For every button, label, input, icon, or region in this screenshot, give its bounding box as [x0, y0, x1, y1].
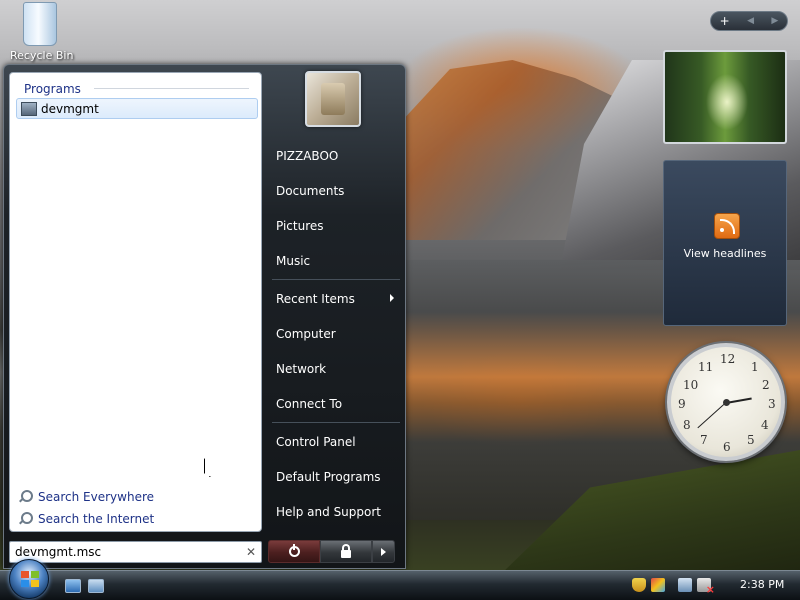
submenu-arrow-icon [390, 294, 394, 302]
start-item-network[interactable]: Network [276, 362, 400, 376]
taskbar: 2:38 PM [0, 559, 800, 600]
switch-windows-icon[interactable] [88, 579, 104, 593]
slideshow-gadget[interactable] [663, 50, 787, 144]
clock-number: 8 [683, 418, 691, 432]
recycle-bin-icon [23, 2, 57, 46]
security-shield-icon[interactable] [632, 578, 646, 592]
right-pane-divider [272, 279, 400, 280]
start-item-user[interactable]: PIZZABOO [276, 149, 400, 163]
start-search-input[interactable]: devmgmt.msc ✕ [9, 541, 262, 563]
start-button[interactable] [9, 559, 49, 599]
search-everywhere-link[interactable]: Search Everywhere [18, 490, 154, 504]
volume-muted-icon[interactable] [697, 578, 715, 596]
start-item-connect-to[interactable]: Connect To [276, 397, 400, 411]
rss-icon [714, 213, 740, 239]
recycle-bin[interactable]: Recycle Bin [10, 2, 74, 62]
clock-number: 9 [678, 397, 686, 411]
right-pane-divider [272, 422, 400, 423]
clear-search-icon[interactable]: ✕ [241, 545, 261, 559]
shutdown-options-button[interactable] [372, 540, 395, 563]
power-button[interactable] [268, 540, 320, 563]
start-item-computer[interactable]: Computer [276, 327, 400, 341]
start-item-default-programs[interactable]: Default Programs [276, 470, 400, 484]
clock-center [723, 399, 730, 406]
clock-number: 6 [723, 440, 731, 454]
programs-header: Programs [24, 82, 81, 96]
feed-headlines-gadget[interactable]: View headlines [663, 160, 787, 326]
search-everywhere-label: Search Everywhere [38, 490, 154, 504]
recycle-bin-label: Recycle Bin [10, 49, 74, 62]
system-tray [632, 575, 716, 596]
clock-number: 5 [747, 433, 755, 447]
lock-icon [341, 543, 351, 558]
start-item-control-panel[interactable]: Control Panel [276, 435, 400, 449]
start-item-recent-items[interactable]: Recent Items [276, 292, 400, 306]
recent-items-label: Recent Items [276, 292, 355, 306]
show-desktop-icon[interactable] [65, 579, 81, 593]
clock-gadget[interactable]: 12 1 2 3 4 5 6 7 8 9 10 11 [667, 343, 785, 461]
search-value: devmgmt.msc [15, 545, 102, 559]
taskbar-clock[interactable]: 2:38 PM [740, 578, 784, 591]
program-item-devmgmt[interactable]: devmgmt [16, 98, 258, 119]
user-picture[interactable] [305, 71, 361, 127]
magnifier-icon [18, 512, 33, 526]
programs-divider [94, 88, 249, 89]
clock-number: 10 [683, 378, 699, 392]
start-menu-left-pane: Programs devmgmt Search Everywhere Searc… [9, 72, 262, 532]
power-buttons [268, 540, 395, 563]
clock-minute-hand [697, 402, 727, 429]
start-menu: Programs devmgmt Search Everywhere Searc… [3, 64, 406, 569]
start-item-help-support[interactable]: Help and Support [276, 505, 400, 519]
start-item-pictures[interactable]: Pictures [276, 219, 400, 233]
sidebar-controls: + ◀ ▶ [710, 11, 788, 31]
clock-number: 1 [751, 360, 759, 374]
next-gadgets-button[interactable]: ▶ [771, 16, 778, 26]
clock-number: 12 [720, 352, 736, 366]
clock-number: 3 [768, 397, 776, 411]
start-item-music[interactable]: Music [276, 254, 400, 268]
lock-button[interactable] [320, 540, 372, 563]
network-icon[interactable] [678, 578, 692, 592]
power-icon [288, 544, 300, 557]
search-internet-link[interactable]: Search the Internet [18, 512, 154, 526]
magnifier-icon [18, 490, 33, 504]
device-manager-icon [21, 101, 37, 116]
view-headlines-label[interactable]: View headlines [664, 247, 786, 260]
clock-number: 4 [761, 418, 769, 432]
program-label: devmgmt [41, 101, 99, 116]
add-gadget-button[interactable]: + [720, 14, 730, 28]
windows-logo-icon [21, 571, 39, 587]
clock-number: 7 [700, 433, 708, 447]
prev-gadgets-button[interactable]: ◀ [747, 16, 754, 26]
security-center-icon[interactable] [651, 578, 665, 592]
start-item-documents[interactable]: Documents [276, 184, 400, 198]
clock-number: 2 [762, 378, 770, 392]
arrow-right-icon [381, 547, 386, 556]
search-internet-label: Search the Internet [38, 512, 155, 526]
clock-number: 11 [698, 360, 714, 374]
